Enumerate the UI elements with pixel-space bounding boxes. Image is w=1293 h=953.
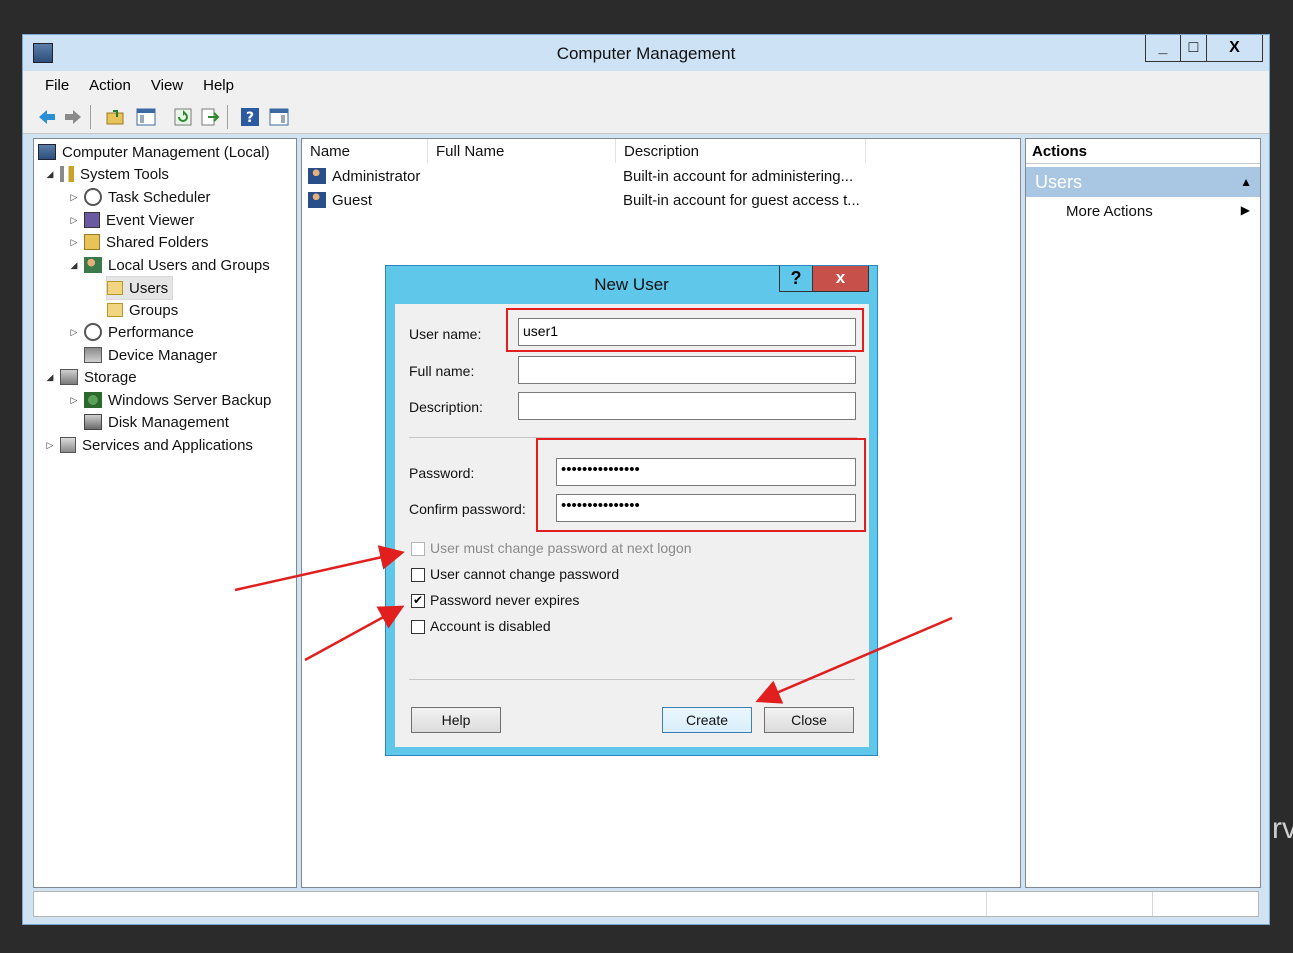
- arrow-to-must-change-checkbox: [234, 545, 405, 592]
- annotation-arrows: [234, 545, 953, 704]
- arrow-to-create-button: [755, 616, 953, 704]
- arrow-to-never-expires-checkbox: [304, 605, 405, 662]
